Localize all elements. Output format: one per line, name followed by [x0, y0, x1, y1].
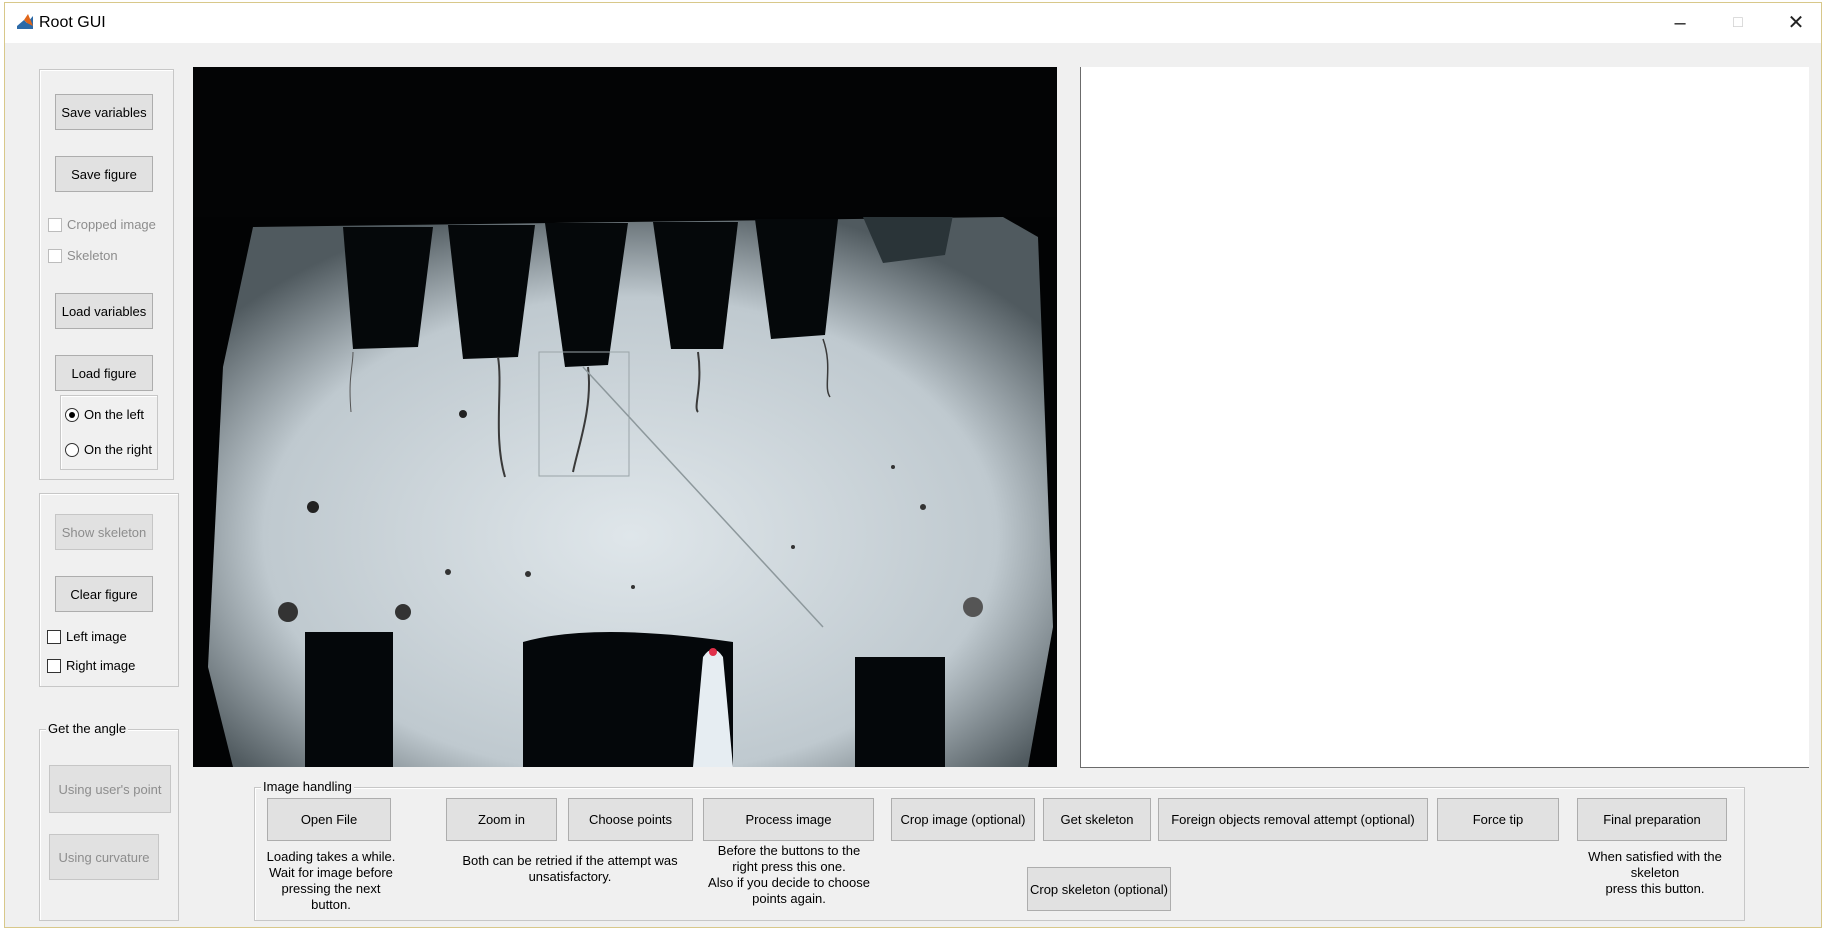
crop-image-button[interactable]: Crop image (optional) — [891, 798, 1035, 841]
on-the-right-label: On the right — [84, 442, 152, 457]
using-curvature-button[interactable]: Using curvature — [49, 834, 159, 880]
crop-skeleton-button[interactable]: Crop skeleton (optional) — [1027, 867, 1171, 911]
final-preparation-button[interactable]: Final preparation — [1577, 798, 1727, 841]
left-image-label: Left image — [66, 629, 127, 644]
hint-line: Both can be retried if the attempt was — [462, 853, 678, 868]
open-file-button[interactable]: Open File — [267, 798, 391, 841]
get-skeleton-button[interactable]: Get skeleton — [1043, 798, 1151, 841]
angle-panel-title: Get the angle — [46, 721, 129, 736]
open-file-hint: Loading takes a while. Wait for image be… — [263, 849, 399, 913]
zoom-in-button[interactable]: Zoom in — [446, 798, 557, 841]
final-hint: When satisfied with the skeleton press t… — [1575, 849, 1735, 897]
checkbox-box — [47, 629, 61, 644]
angle-panel: Get the angle — [39, 721, 179, 921]
image-handling-title: Image handling — [261, 779, 354, 794]
clear-figure-button[interactable]: Clear figure — [55, 576, 153, 612]
load-variables-button[interactable]: Load variables — [55, 293, 153, 329]
hint-line: When satisfied with the — [1588, 849, 1722, 864]
zoom-hint: Both can be retried if the attempt was u… — [445, 853, 695, 885]
hint-line: unsatisfactory. — [528, 869, 612, 884]
save-figure-button[interactable]: Save figure — [55, 156, 153, 192]
close-icon[interactable]: ✕ — [1767, 3, 1824, 43]
foreign-objects-removal-button[interactable]: Foreign objects removal attempt (optiona… — [1158, 798, 1428, 841]
right-image-label: Right image — [66, 658, 136, 673]
skeleton-label: Skeleton — [67, 248, 118, 263]
checkbox-box — [48, 248, 62, 263]
plot-axes[interactable] — [1080, 67, 1809, 768]
skeleton-checkbox[interactable]: Skeleton — [48, 248, 118, 263]
minimize-icon[interactable]: – — [1651, 3, 1709, 43]
hint-line: points again. — [752, 891, 826, 906]
window-title: Root GUI — [39, 14, 106, 31]
hint-line: right press this one. — [732, 859, 846, 874]
radio-dot — [65, 407, 79, 422]
choose-points-button[interactable]: Choose points — [568, 798, 693, 841]
hint-line: pressing the next button. — [281, 881, 381, 912]
hint-line: press this button. — [1605, 881, 1705, 896]
hint-line: Before the buttons to the — [717, 843, 861, 858]
cropped-image-checkbox[interactable]: Cropped image — [48, 217, 156, 232]
matlab-logo-icon — [15, 12, 35, 32]
process-hint: Before the buttons to the right press th… — [695, 843, 883, 907]
maximize-icon[interactable]: □ — [1709, 3, 1767, 43]
title-bar: Root GUI – □ ✕ — [5, 3, 1821, 43]
show-skeleton-button[interactable]: Show skeleton — [55, 514, 153, 550]
hint-line: Also if you decide to choose — [708, 875, 870, 890]
save-variables-button[interactable]: Save variables — [55, 94, 153, 130]
checkbox-box — [48, 217, 62, 232]
hint-line: skeleton — [1630, 865, 1680, 880]
root-photo — [193, 67, 1057, 767]
app-window: Root GUI – □ ✕ Save variables Save figur… — [4, 2, 1822, 928]
on-the-left-radio[interactable]: On the left — [65, 407, 144, 422]
on-the-right-radio[interactable]: On the right — [65, 442, 152, 457]
right-image-checkbox[interactable]: Right image — [47, 658, 135, 673]
image-axes[interactable] — [193, 67, 1057, 767]
on-the-left-label: On the left — [84, 407, 144, 422]
radio-dot — [65, 442, 79, 457]
hint-line: Loading takes a while. — [266, 849, 396, 864]
load-figure-button[interactable]: Load figure — [55, 355, 153, 391]
left-image-checkbox[interactable]: Left image — [47, 629, 127, 644]
force-tip-button[interactable]: Force tip — [1437, 798, 1559, 841]
using-users-point-button[interactable]: Using user's point — [49, 765, 171, 813]
hint-line: Wait for image before — [269, 865, 393, 880]
checkbox-box — [47, 658, 61, 673]
cropped-image-label: Cropped image — [67, 217, 156, 232]
process-image-button[interactable]: Process image — [703, 798, 874, 841]
